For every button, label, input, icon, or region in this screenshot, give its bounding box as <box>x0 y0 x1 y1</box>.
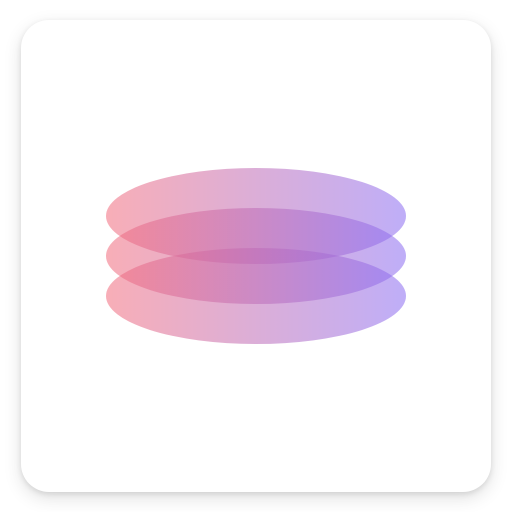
stacked-layers-icon <box>106 168 406 344</box>
app-icon-card[interactable] <box>21 20 491 492</box>
layer-bottom-ellipse <box>106 248 406 344</box>
icon-canvas <box>0 0 512 512</box>
